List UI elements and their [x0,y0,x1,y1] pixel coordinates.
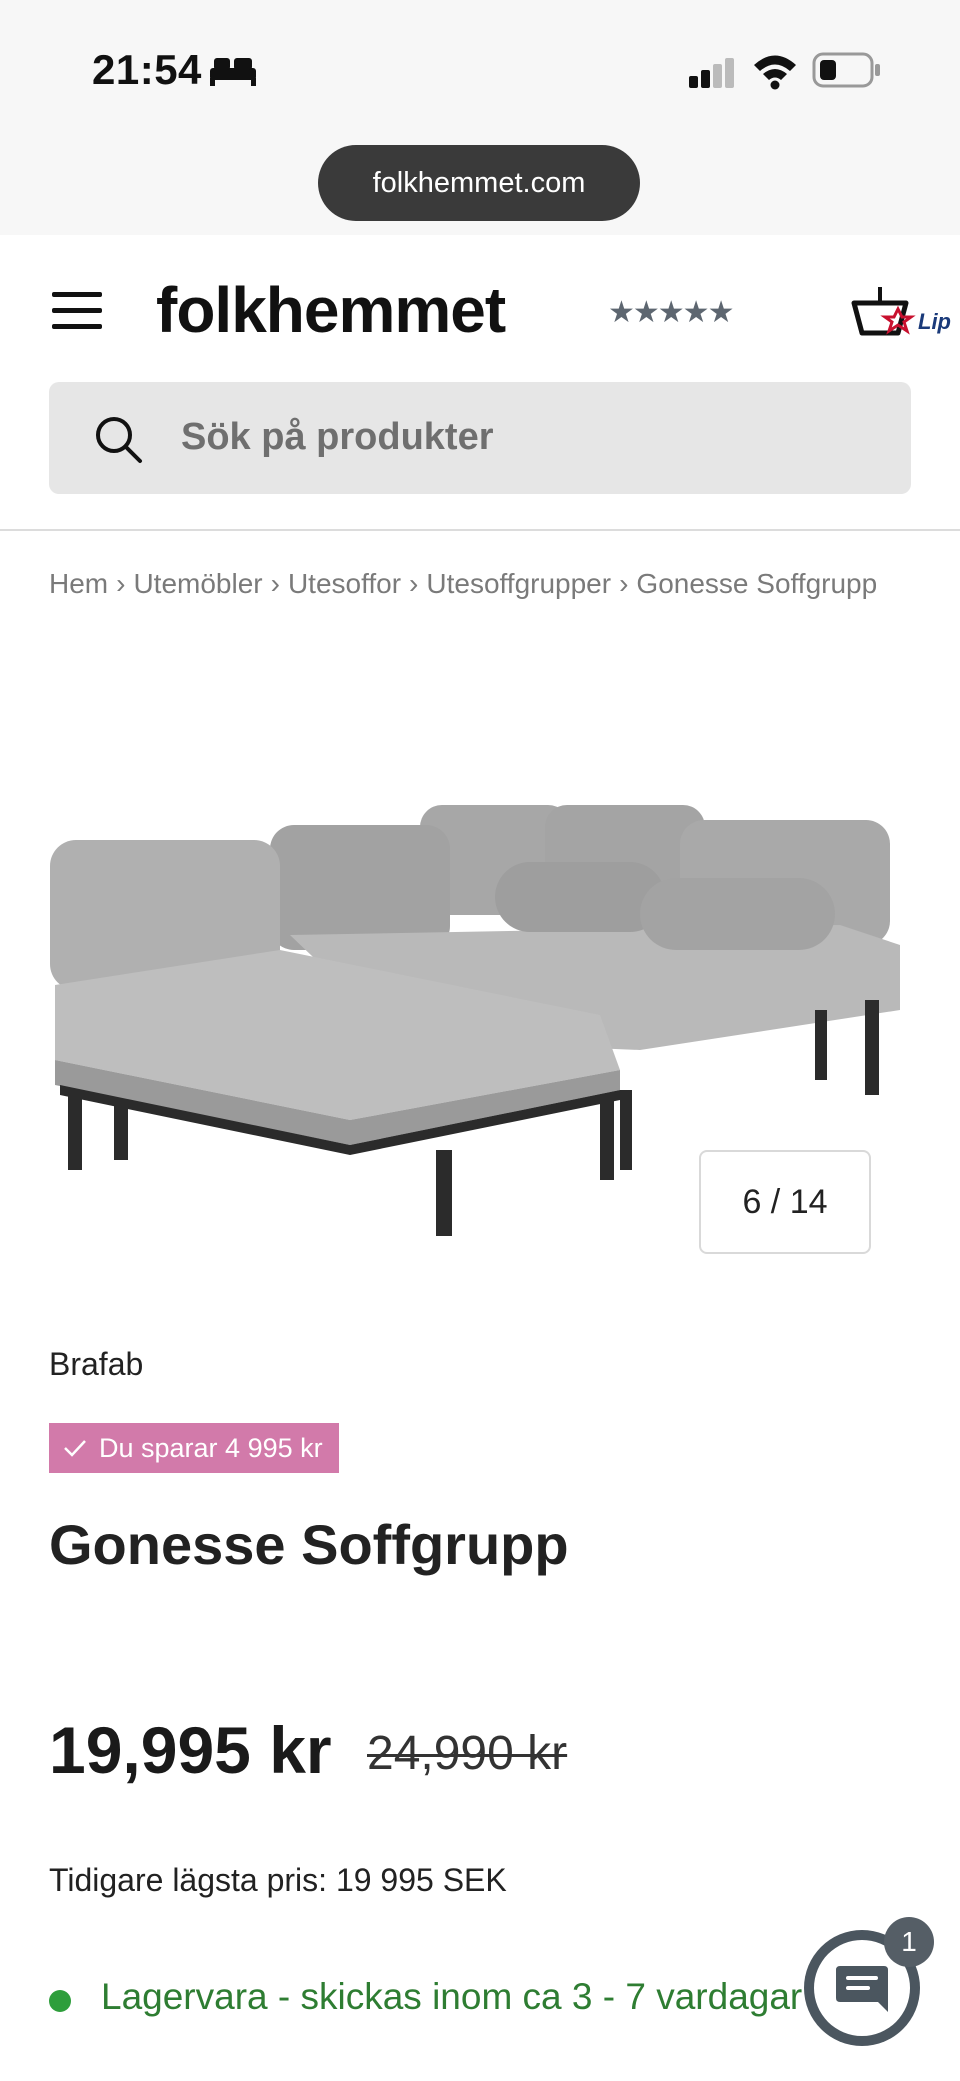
breadcrumb-item-utesoffgrupper[interactable]: Utesoffgrupper [426,568,611,599]
stock-dot-icon [49,1990,71,2012]
product-title: Gonesse Soffgrupp [49,1513,569,1576]
stock-status-text: Lagervara - skickas inom ca 3 - 7 vardag… [101,1976,803,2017]
lowest-price-note: Tidigare lägsta pris: 19 995 SEK [49,1862,507,1898]
discount-badge-label: Du sparar 4 995 kr [99,1432,323,1463]
stock-status: Lagervara - skickas inom ca 3 - 7 vardag… [49,1974,849,2024]
status-bar: 21:54 folkhemmet.com [0,0,960,235]
search-input[interactable]: Sök på produkter [181,416,494,459]
wifi-icon [754,55,796,90]
search-bar[interactable]: Sök på produkter [49,382,911,494]
cart-icon[interactable]: Lip [850,285,960,341]
breadcrumb-separator: › [270,568,280,599]
svg-text:Lip: Lip [918,309,951,334]
url-bar[interactable]: folkhemmet.com [318,145,640,221]
cellular-signal-icon [689,58,734,88]
check-icon [64,1440,86,1457]
breadcrumb-separator: › [409,568,419,599]
breadcrumb-item-utemobler[interactable]: Utemöbler [133,568,262,599]
breadcrumb-item-hem[interactable]: Hem [49,568,108,599]
gallery-counter: 6 / 14 [699,1150,871,1254]
breadcrumb: Hem › Utemöbler › Utesoffor › Utesoffgrupper › G… [49,568,912,608]
header-divider [0,529,960,531]
product-old-price: 24,990 kr [367,1727,568,1780]
rating-stars[interactable]: ★★★★★ [608,295,734,330]
product-brand[interactable]: Brafab [49,1346,143,1383]
breadcrumb-separator: › [116,568,126,599]
breadcrumb-item-utesoffor[interactable]: Utesoffor [288,568,401,599]
site-logo[interactable]: folkhemmet [156,273,506,347]
chat-icon [836,1966,888,2012]
chat-notification-badge: 1 [884,1917,934,1967]
search-icon [96,417,142,463]
discount-badge: Du sparar 4 995 kr [49,1423,339,1473]
site-header: folkhemmet ★★★★★ Lip Sök på produkter [0,235,960,530]
battery-icon [812,52,880,88]
menu-icon[interactable] [52,292,102,330]
breadcrumb-separator: › [619,568,629,599]
product-price: 19,995 kr [49,1713,332,1787]
status-time: 21:54 [92,46,202,93]
breadcrumb-item-current: Gonesse Soffgrupp [636,568,878,599]
sleep-mode-icon [210,58,256,86]
